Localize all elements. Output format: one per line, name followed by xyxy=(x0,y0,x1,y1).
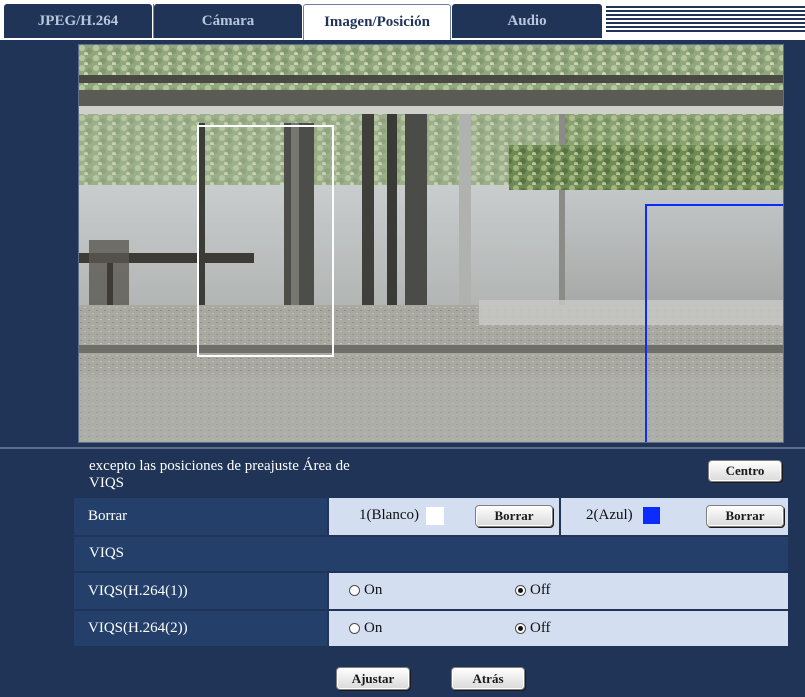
borrar-area1-button[interactable]: Borrar xyxy=(475,505,553,527)
camera-preview[interactable] xyxy=(78,44,784,443)
borrar-area2-button[interactable]: Borrar xyxy=(706,505,784,527)
area2-label: 2(Azul) xyxy=(586,507,633,523)
viqs-area-title-row: excepto las posiciones de preajuste Área… xyxy=(74,452,788,496)
area1-color-swatch xyxy=(426,507,444,525)
tab-audio[interactable]: Audio xyxy=(452,4,602,38)
tab-imagen-posicion[interactable]: Imagen/Posición xyxy=(303,4,451,40)
viqs-h264-2-off-radio[interactable] xyxy=(515,623,526,634)
tab-camara[interactable]: Cámara xyxy=(154,4,302,38)
viqs-h264-1-on-radio[interactable] xyxy=(349,585,360,596)
viqs-h264-1-off-label[interactable]: Off xyxy=(530,582,551,599)
viqs-area-2-blue[interactable] xyxy=(645,204,783,442)
viqs-header-row: VIQS xyxy=(74,537,788,571)
tab-bar: JPEG/H.264 Cámara Imagen/Posición Audio xyxy=(0,0,805,40)
back-button[interactable]: Atrás xyxy=(451,667,525,690)
viqs-area-title-line2: VIQS xyxy=(89,475,125,491)
area1-cell: 1(Blanco) Borrar xyxy=(329,498,559,535)
viqs-header: VIQS xyxy=(89,545,125,561)
viqs-area-title: excepto las posiciones de preajuste Área… xyxy=(89,458,350,492)
viqs-h264-1-options: On Off xyxy=(329,573,788,609)
viqs-h264-1-on-label[interactable]: On xyxy=(364,582,382,599)
viqs-h264-2-on-label[interactable]: On xyxy=(364,620,382,637)
viqs-h264-1-row: VIQS(H.264(1)) On Off xyxy=(74,573,788,609)
viqs-h264-2-options: On Off xyxy=(329,611,788,646)
viqs-area-1-white[interactable] xyxy=(197,125,334,357)
borrar-label: Borrar xyxy=(74,498,327,535)
viqs-h264-2-on-radio[interactable] xyxy=(349,623,360,634)
area1-label: 1(Blanco) xyxy=(359,507,419,523)
section-divider xyxy=(0,447,805,449)
tab-jpeg-h264[interactable]: JPEG/H.264 xyxy=(4,4,152,38)
viqs-area-title-line1: excepto las posiciones de preajuste Área… xyxy=(89,458,350,474)
borrar-row: Borrar 1(Blanco) Borrar 2(Azul) Borrar xyxy=(74,498,788,535)
viqs-h264-2-off-label[interactable]: Off xyxy=(530,620,551,637)
center-button[interactable]: Centro xyxy=(708,460,782,482)
tab-bar-decoration xyxy=(606,4,805,38)
viqs-h264-2-label: VIQS(H.264(2)) xyxy=(74,611,327,646)
area2-cell: 2(Azul) Borrar xyxy=(561,498,788,535)
area2-color-swatch xyxy=(643,507,660,524)
viqs-h264-1-label: VIQS(H.264(1)) xyxy=(74,573,327,609)
viqs-h264-2-row: VIQS(H.264(2)) On Off xyxy=(74,611,788,646)
set-button[interactable]: Ajustar xyxy=(336,667,410,690)
viqs-h264-1-off-radio[interactable] xyxy=(515,585,526,596)
